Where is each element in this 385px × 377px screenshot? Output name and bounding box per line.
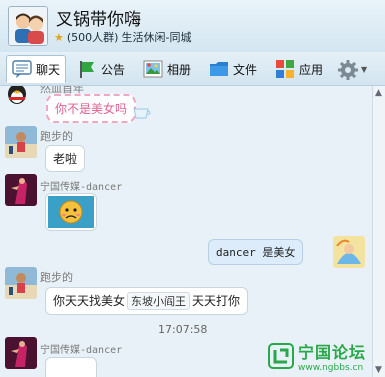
sad-face-emoji-icon bbox=[48, 196, 94, 228]
gear-icon bbox=[337, 59, 358, 80]
message-sender: 跑步的 bbox=[40, 271, 73, 284]
group-people-icon bbox=[9, 7, 47, 45]
group-avatar[interactable] bbox=[8, 6, 48, 46]
message-sender: 宁国传媒-dancer bbox=[40, 182, 123, 193]
group-meta: ★ (500人群) 生活休闲-同城 bbox=[54, 29, 191, 45]
message-bubble[interactable]: 老啦 bbox=[45, 145, 86, 172]
watermark-url: www.ngbbs.cn bbox=[297, 363, 364, 373]
member-count: (500人群) bbox=[66, 31, 119, 44]
message-timestamp: 17:07:58 bbox=[158, 323, 208, 336]
tab-notice[interactable]: 公告 bbox=[72, 55, 130, 83]
message-text: 天天打你 bbox=[192, 294, 241, 308]
group-name: 叉锅带你嗨 bbox=[56, 10, 141, 30]
chat-icon bbox=[12, 59, 32, 79]
runner-avatar-icon bbox=[5, 267, 37, 299]
message-text: 你天天找美女 bbox=[53, 294, 126, 308]
chevron-down-icon: ▼ bbox=[361, 64, 368, 74]
tab-album[interactable]: 相册 bbox=[138, 55, 196, 83]
star-icon: ★ bbox=[54, 30, 64, 44]
tab-album-label: 相册 bbox=[167, 62, 192, 77]
dancer-avatar-icon bbox=[5, 174, 37, 206]
photo-icon bbox=[143, 59, 163, 79]
mention-tag[interactable]: 东坡小阎王 bbox=[127, 292, 191, 310]
avatar[interactable] bbox=[5, 174, 37, 206]
avatar[interactable] bbox=[5, 337, 37, 369]
avatar[interactable] bbox=[5, 267, 37, 299]
chat-history[interactable]: 然血首年 你不是美女吗 跑步的 老啦 宁国传媒-dancer dancer 是美… bbox=[0, 86, 372, 377]
chat-scrollbar[interactable]: ▲ ▼ bbox=[372, 86, 385, 377]
scroll-up-icon[interactable]: ▲ bbox=[375, 88, 382, 98]
tab-apps[interactable]: 应用 bbox=[270, 55, 328, 83]
tab-chat[interactable]: 聊天 bbox=[6, 55, 67, 83]
avatar[interactable] bbox=[333, 236, 365, 268]
runner-avatar-icon bbox=[5, 126, 37, 158]
folder-icon bbox=[209, 59, 229, 79]
message-bubble[interactable] bbox=[45, 357, 97, 377]
message-sender: 跑步的 bbox=[40, 130, 73, 143]
message-bubble[interactable]: 你天天找美女 东坡小阎王 天天打你 bbox=[45, 287, 249, 315]
avatar[interactable] bbox=[6, 86, 28, 104]
settings-button[interactable]: ▼ bbox=[332, 55, 372, 83]
flag-icon bbox=[77, 59, 97, 79]
group-header: 叉锅带你嗨 ★ (500人群) 生活休闲-同城 bbox=[0, 0, 385, 52]
forum-logo-icon bbox=[267, 343, 294, 369]
group-category: 生活休闲-同城 bbox=[121, 31, 192, 44]
message-bubble[interactable]: dancer 是美女 bbox=[208, 239, 304, 265]
message-bubble[interactable]: 你不是美女吗 bbox=[46, 94, 137, 123]
toolbar: 聊天 公告 相册 文件 应用 ▼ bbox=[0, 52, 385, 86]
avatar[interactable] bbox=[5, 126, 37, 158]
message-bubble[interactable] bbox=[45, 193, 97, 231]
tab-chat-label: 聊天 bbox=[36, 62, 61, 77]
watermark-title: 宁国论坛 bbox=[297, 343, 366, 362]
penguin-icon bbox=[8, 86, 26, 104]
tab-apps-label: 应用 bbox=[299, 62, 324, 77]
self-avatar-icon bbox=[333, 236, 365, 268]
tab-notice-label: 公告 bbox=[101, 62, 126, 77]
scroll-down-icon[interactable]: ▼ bbox=[375, 365, 382, 375]
message-sender: 宁国传媒-dancer bbox=[40, 345, 123, 356]
tab-files-label: 文件 bbox=[233, 62, 258, 77]
tab-files[interactable]: 文件 bbox=[204, 55, 262, 83]
dancer-avatar-icon bbox=[5, 337, 37, 369]
teacup-decoration-icon bbox=[133, 108, 151, 119]
apps-icon bbox=[275, 59, 295, 79]
forum-watermark: 宁国论坛 www.ngbbs.cn bbox=[267, 339, 366, 373]
